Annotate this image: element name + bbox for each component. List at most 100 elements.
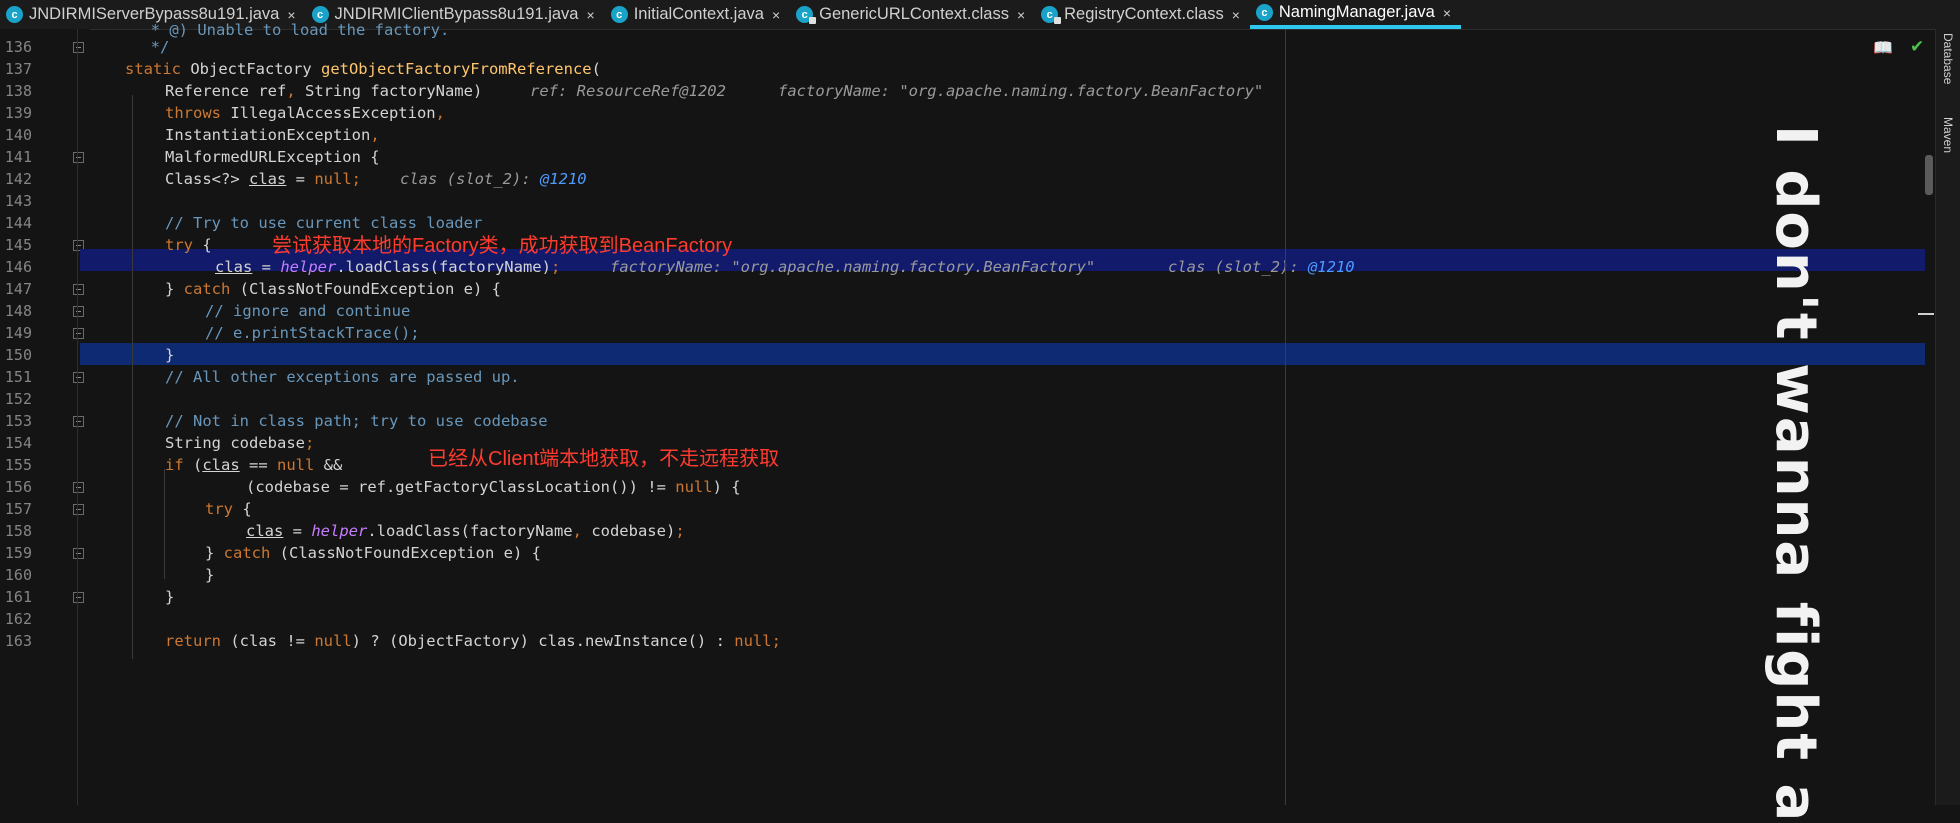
line-number[interactable]: 154 [0,432,32,454]
code-text: = [283,522,312,540]
code-line-163: return (clas != null) ? (ObjectFactory) … [165,630,781,652]
java-class-icon: c [610,6,628,23]
editor-tab[interactable]: c InitialContext.java × [605,0,790,29]
code-line-157: try { [205,498,252,520]
keyword: null [675,478,713,496]
line-number[interactable]: 159 [0,542,32,564]
code-text: (ClassNotFoundException e) { [230,280,501,298]
fold-toggle-icon[interactable] [73,482,84,493]
inline-debug-value: ref: ResourceRef@1202 [530,82,726,100]
fold-toggle-icon[interactable] [73,504,84,515]
line-number[interactable]: 139 [0,102,32,124]
line-number[interactable]: 160 [0,564,32,586]
line-number[interactable]: 137 [0,58,32,80]
close-icon[interactable]: × [1232,7,1240,23]
line-number[interactable]: 150 [0,344,32,366]
code-line-137: static ObjectFactory getObjectFactoryFro… [125,58,601,80]
fold-toggle-icon[interactable] [73,284,84,295]
inline-debug-ref: @1210 [539,170,587,188]
line-number[interactable]: 151 [0,366,32,388]
line-number[interactable]: 148 [0,300,32,322]
code-text: IllegalAccessException [221,104,436,122]
keyword: null [314,170,352,188]
fold-toggle-icon[interactable] [73,548,84,559]
line-number[interactable]: 152 [0,388,32,410]
vertical-watermark-text: I don't wanna fight a [1763,125,1828,823]
line-number[interactable]: 155 [0,454,32,476]
editor-tab[interactable]: c GenericURLContext.class × [790,0,1035,29]
line-number[interactable]: 144 [0,212,32,234]
fold-toggle-icon[interactable] [73,42,84,53]
inline-debug-ref: @1210 [1307,258,1355,276]
fold-toggle-icon[interactable] [73,372,84,383]
editor-tab[interactable]: c NamingManager.java × [1249,0,1461,29]
code-text: && [314,456,343,474]
code-text: ) ? (ObjectFactory) clas.newInstance() : [351,632,735,650]
line-number[interactable]: 140 [0,124,32,146]
code-text: == [239,456,277,474]
line-number[interactable]: 143 [0,190,32,212]
line-number[interactable]: 141 [0,146,32,168]
line-number[interactable]: 161 [0,586,32,608]
keyword: static [125,60,181,78]
editor-tab[interactable]: c RegistryContext.class × [1035,0,1250,29]
tab-label: RegistryContext.class [1064,5,1224,23]
close-icon[interactable]: × [1017,7,1025,23]
scrollbar-marker [1918,313,1934,315]
code-line-158: clas = helper.loadClass(factoryName, cod… [246,520,685,542]
line-number[interactable]: 153 [0,410,32,432]
code-editor[interactable]: * @) Unable to load the factory. */ stat… [80,21,1935,805]
java-class-icon: c [6,6,23,23]
code-text: , [435,104,445,122]
keyword: catch [183,280,231,298]
code-text: (codebase = ref.getFactoryClassLocation(… [246,478,676,496]
reader-mode-icon[interactable]: 📖 [1873,38,1893,57]
code-line-156: (codebase = ref.getFactoryClassLocation(… [246,476,741,498]
code-text: , [572,522,592,540]
inline-debug-value: clas (slot_2): @1210 [1168,256,1355,278]
tab-label: NamingManager.java [1278,3,1435,21]
line-number[interactable]: 149 [0,322,32,344]
close-icon[interactable]: × [1443,5,1451,21]
code-text: ; [304,434,315,452]
keyword: if [165,456,184,474]
code-line-147: } catch (ClassNotFoundException e) { [165,278,501,300]
java-class-icon: c [1255,4,1273,21]
line-number[interactable]: 162 [0,608,32,630]
variable: clas [202,456,240,474]
line-number[interactable]: 146 [0,256,32,278]
inline-debug-value: factoryName: "org.apache.naming.factory.… [610,258,1096,276]
tab-label: GenericURLContext.class [819,5,1009,23]
line-number[interactable]: 147 [0,278,32,300]
selected-line-highlight [80,343,1925,365]
line-number[interactable]: 145 [0,234,32,256]
scrollbar-thumb[interactable] [1925,155,1933,195]
code-comment: // e.printStackTrace(); [205,324,420,342]
line-number[interactable]: 158 [0,520,32,542]
fold-toggle-icon[interactable] [73,152,84,163]
fold-toggle-icon[interactable] [73,306,84,317]
inspection-ok-icon[interactable]: ✔ [1910,37,1924,57]
inline-debug-value: clas (slot_2): @1210 [400,168,587,190]
line-number[interactable]: 163 [0,630,32,652]
line-number[interactable]: 157 [0,498,32,520]
code-line-161: } [165,588,175,606]
indent-guide [132,95,133,659]
fold-toggle-icon[interactable] [73,416,84,427]
fold-toggle-icon[interactable] [73,328,84,339]
maven-tool-tab[interactable]: Maven [1941,117,1955,153]
code-line-141: MalformedURLException { [165,148,380,166]
database-tool-tab[interactable]: Database [1941,33,1955,84]
line-number[interactable]: 142 [0,168,32,190]
line-number[interactable]: 138 [0,80,32,102]
line-number[interactable]: 156 [0,476,32,498]
code-text: = [286,170,315,188]
code-text: , [370,126,380,144]
line-number[interactable]: 136 [0,36,32,58]
close-icon[interactable]: × [772,7,780,23]
field-reference: helper [280,258,337,276]
fold-toggle-icon[interactable] [73,592,84,603]
close-icon[interactable]: × [587,7,595,23]
code-text: ) { [712,478,741,496]
code-text: = [252,258,281,276]
